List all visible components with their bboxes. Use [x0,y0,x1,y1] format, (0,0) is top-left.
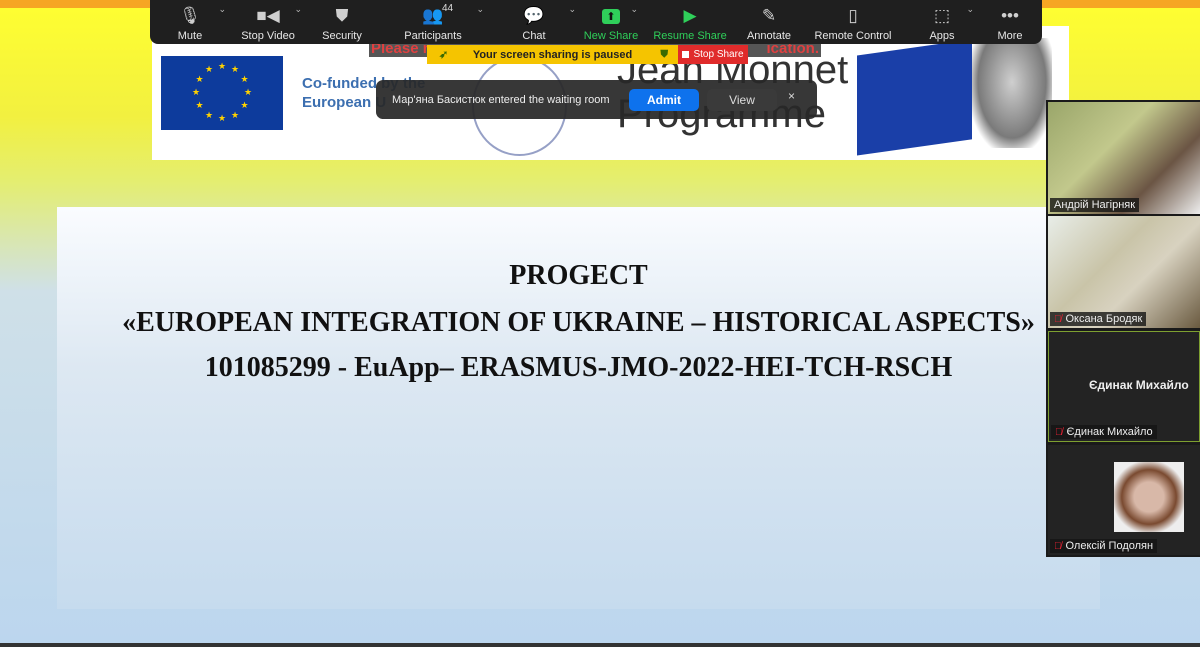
meeting-toolbar: 🎙 Mute ⌄ ■◀ Stop Video ⌄ ⛊ Security 👥 Participant… [150,0,1042,44]
waiting-room-notification: Мар'яна Басистюк entered the waiting roo… [376,80,817,119]
participant-name: Андрій Нагірняк [1054,199,1136,211]
chevron-down-icon[interactable]: ⌄ [966,4,974,15]
star-icon: ★ [192,87,201,97]
pin-icon: ➶ [439,49,449,61]
star-icon: ★ [240,100,249,110]
microphone-icon: 🎙 [179,6,201,25]
toolbar-label: Remote Control [814,30,892,42]
participant-center-name: Єдинак Михайло [1089,378,1189,392]
participant-name: Єдинак Михайло [1066,426,1153,438]
view-button[interactable]: View [707,89,777,111]
participant-tile[interactable]: 🎙̸ Оксана Бродяк [1048,216,1200,328]
shield-check-icon: ⛊ [660,49,669,60]
star-icon: ★ [205,64,214,75]
toolbar-more-button[interactable]: ••• More [978,0,1042,44]
star-icon: ★ [231,64,240,75]
share-arrow-icon: ⬆ [602,5,620,27]
toolbar-participants-button[interactable]: 👥 Participants ⌄ 44 [378,0,488,44]
chevron-down-icon[interactable]: ⌄ [476,4,484,15]
star-icon: ★ [240,74,249,84]
chevron-down-icon[interactable]: ⌄ [630,4,638,15]
toolbar-apps-button[interactable]: ⬚ Apps ⌄ [906,0,978,44]
toolbar-remote-control-button[interactable]: ▯ Remote Control [800,0,906,44]
star-icon: ★ [218,113,227,123]
toolbar-annotate-button[interactable]: ✎ Annotate [738,0,800,44]
participant-name: Оксана Бродяк [1065,313,1143,325]
chevron-down-icon[interactable]: ⌄ [294,4,302,15]
participant-name: Олексій Подолян [1065,540,1154,552]
taskbar [0,643,1200,647]
toolbar-new-share-button[interactable]: ⬆ New Share ⌄ [580,0,642,44]
shield-icon: ⛊ [335,6,349,25]
muted-mic-icon: 🎙̸ [1054,313,1062,325]
toolbar-label: Chat [522,30,546,42]
mouse-icon: ▯ [848,6,858,25]
play-icon: ▶ [683,6,697,25]
toolbar-mute-button[interactable]: 🎙 Mute ⌄ [150,0,230,44]
toolbar-label: Security [322,30,362,42]
toolbar-label: Stop Video [241,30,295,42]
eu-flag-logo: ★ ★ ★ ★ ★ ★ ★ ★ ★ ★ ★ ★ [161,56,283,130]
chat-icon: 💬 [523,6,545,25]
toolbar-label: Participants [404,30,462,42]
slide-project-code: 101085299 - EuApp– ERASMUS-JMO-2022-HEI-… [204,352,953,383]
toolbar-label: More [997,30,1023,42]
star-icon: ★ [231,109,240,120]
star-icon: ★ [205,109,214,120]
toolbar-security-button[interactable]: ⛊ Security [306,0,378,44]
slide-content: PROGECT «EUROPEAN INTEGRATION OF UKRAINE… [57,207,1100,609]
star-icon: ★ [218,61,227,71]
toolbar-resume-share-button[interactable]: ▶ Resume Share [642,0,738,44]
participant-tile[interactable]: 🎙̸ Олексій Подолян [1048,445,1200,555]
stop-share-button[interactable]: Stop Share [678,45,748,64]
participant-tile[interactable]: Андрій Нагірняк [1048,102,1200,214]
chevron-down-icon[interactable]: ⌄ [568,4,576,15]
close-icon[interactable]: × [788,89,795,103]
toolbar-label: New Share [583,30,639,42]
participant-count: 44 [442,3,454,14]
muted-mic-icon: 🎙̸ [1055,426,1063,438]
participant-gallery: Андрій Нагірняк 🎙̸ Оксана Бродяк Єдинак М… [1046,100,1200,557]
toolbar-label: Mute [177,30,203,42]
toolbar-label: Apps [929,30,955,42]
toolbar-label: Annotate [746,30,792,42]
apps-icon: ⬚ [933,6,951,25]
toolbar-label: Resume Share [653,30,727,42]
chevron-down-icon[interactable]: ⌄ [218,4,226,15]
sharing-paused-banner: ➶ Your screen sharing is paused ⛊ [427,45,678,64]
star-icon: ★ [244,87,253,97]
star-icon: ★ [195,100,204,110]
muted-mic-icon: 🎙̸ [1054,540,1062,552]
more-dots-icon: ••• [1001,6,1019,25]
participants-icon: 👥 [422,6,444,25]
pencil-icon: ✎ [761,6,777,25]
toolbar-stop-video-button[interactable]: ■◀ Stop Video ⌄ [230,0,306,44]
stop-icon [682,51,690,58]
admit-button[interactable]: Admit [629,89,699,111]
portrait-image [972,38,1052,148]
slide-project-name: «EUROPEAN INTEGRATION OF UKRAINE – HISTO… [122,307,1035,338]
slide-title: PROGECT [509,260,648,291]
notification-text: Мар'яна Басистюк entered the waiting roo… [392,93,610,106]
participant-tile-active[interactable]: Єдинак Михайло 🎙̸ Єдинак Михайло [1048,331,1200,442]
participant-photo [1114,462,1184,532]
toolbar-chat-button[interactable]: 💬 Chat ⌄ [488,0,580,44]
star-icon: ★ [195,74,204,84]
video-camera-icon: ■◀ [256,6,280,25]
